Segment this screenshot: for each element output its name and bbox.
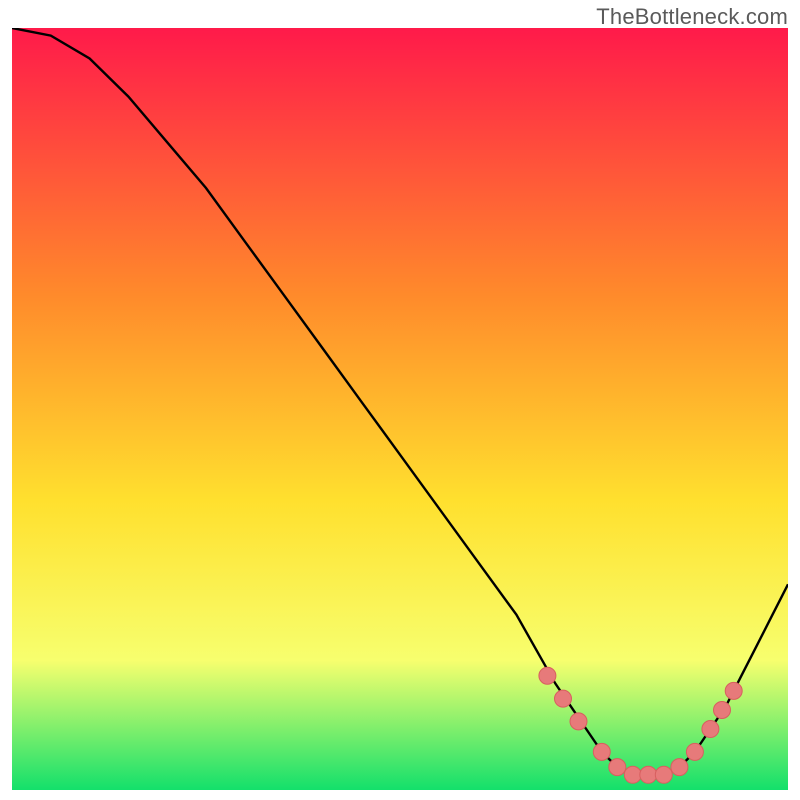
bottleneck-chart-svg <box>12 28 788 790</box>
data-marker <box>570 713 587 730</box>
data-marker <box>686 743 703 760</box>
data-marker <box>539 667 556 684</box>
data-marker <box>714 702 731 719</box>
data-marker <box>725 682 742 699</box>
data-marker <box>555 690 572 707</box>
chart-frame: TheBottleneck.com <box>0 0 800 800</box>
data-marker <box>609 759 626 776</box>
data-marker <box>655 766 672 783</box>
data-marker <box>702 721 719 738</box>
data-marker <box>671 759 688 776</box>
data-marker <box>624 766 641 783</box>
data-marker <box>640 766 657 783</box>
watermark-label: TheBottleneck.com <box>596 4 788 30</box>
plot-area <box>12 28 788 790</box>
gradient-background <box>12 28 788 790</box>
data-marker <box>593 743 610 760</box>
